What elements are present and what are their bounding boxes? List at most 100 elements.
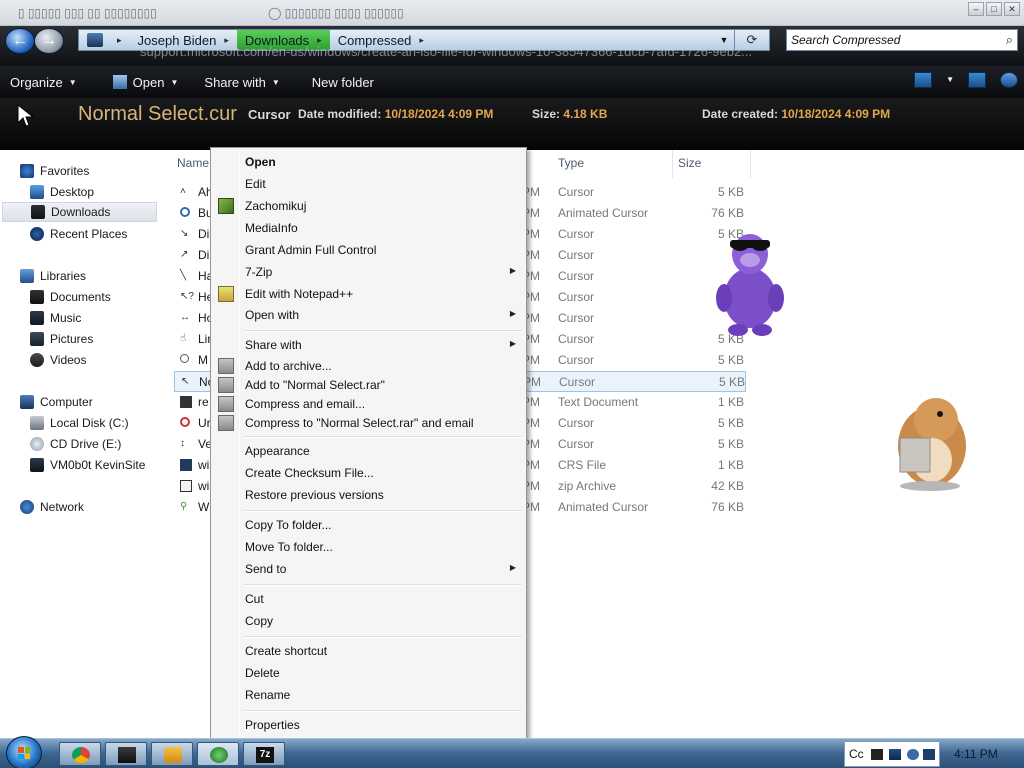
organize-button[interactable]: Organize ▼ [0, 66, 87, 98]
start-button[interactable] [6, 736, 42, 768]
menu-item-compress-rar-email[interactable]: Compress to "Normal Select.rar" and emai… [213, 412, 524, 434]
menu-separator [243, 584, 522, 586]
file-type: zip Archive [558, 479, 617, 493]
preview-pane-icon[interactable] [968, 72, 986, 88]
nav-item-vm-share[interactable]: VM0b0t KevinSite [30, 455, 190, 475]
menu-item-open-with[interactable]: Open with ▶ [213, 304, 524, 326]
menu-label: Create shortcut [245, 644, 328, 658]
horizontal-resize-icon: ↔ [180, 312, 190, 323]
music-icon [30, 311, 44, 325]
column-header-size[interactable]: Size [678, 156, 701, 170]
forward-button[interactable]: → [34, 28, 64, 54]
menu-item-move-to-folder[interactable]: Move To folder... [213, 536, 524, 558]
submenu-arrow-icon: ▶ [509, 563, 516, 572]
nav-item-desktop[interactable]: Desktop [30, 182, 190, 202]
menu-item-open[interactable]: Open [213, 151, 524, 173]
volume-icon[interactable] [907, 749, 919, 760]
nav-item-computer[interactable]: Computer [20, 392, 180, 412]
view-options-icon[interactable] [914, 72, 933, 88]
menu-separator [243, 510, 522, 512]
nav-item-music[interactable]: Music [30, 308, 190, 328]
videos-icon [30, 353, 44, 367]
chevron-down-icon: ▼ [68, 77, 77, 87]
menu-item-mediainfo[interactable]: MediaInfo [213, 217, 524, 239]
menu-item-edit-notepadpp[interactable]: Edit with Notepad++ [213, 283, 524, 305]
nav-item-favorites[interactable]: Favorites [20, 161, 180, 181]
taskbar-media-player[interactable] [151, 742, 193, 766]
browser-tab-strip: ▯ ▯▯▯▯▯ ▯▯▯ ▯▯ ▯▯▯▯▯▯▯▯ ◯ ▯▯▯▯▯▯▯ ▯▯▯▯ ▯… [0, 0, 1024, 26]
search-icon[interactable]: ⌕ [1006, 32, 1013, 48]
nav-item-network[interactable]: Network [20, 497, 180, 517]
cd-drive-icon [30, 437, 44, 451]
submenu-arrow-icon: ▶ [509, 266, 516, 275]
column-divider[interactable] [750, 150, 751, 178]
menu-item-restore-versions[interactable]: Restore previous versions [213, 484, 524, 506]
nav-item-downloads[interactable]: Downloads [2, 202, 157, 222]
menu-item-delete[interactable]: Delete [213, 662, 524, 684]
browser-tab[interactable]: ▯ ▯▯▯▯▯ ▯▯▯ ▯▯ ▯▯▯▯▯▯▯▯ [8, 4, 238, 24]
archive-icon [218, 377, 234, 393]
file-type: Cursor [558, 437, 595, 451]
chevron-down-icon[interactable]: ▼ [946, 72, 954, 88]
favorites-icon [20, 164, 34, 178]
cursor-file-icon: ˄ [180, 186, 186, 197]
file-type: Cursor [558, 332, 595, 346]
taskbar-7zip[interactable]: 7z [243, 742, 285, 766]
menu-item-zachomikuj[interactable]: Zachomikuj [213, 195, 524, 217]
file-size: Size: 4.18 KB [532, 107, 607, 121]
maximize-button[interactable]: □ [986, 2, 1002, 16]
menu-item-grant-admin[interactable]: Grant Admin Full Control [213, 239, 524, 261]
taskbar: 7z Cc 4:11 PM [0, 736, 1024, 768]
search-input[interactable]: Search Compressed ⌕ [786, 29, 1018, 51]
menu-item-copy-to-folder[interactable]: Copy To folder... [213, 514, 524, 536]
nav-item-pictures[interactable]: Pictures [30, 329, 190, 349]
new-folder-button[interactable]: New folder [302, 66, 384, 98]
browser-tab[interactable]: ◯ ▯▯▯▯▯▯▯ ▯▯▯▯ ▯▯▯▯▯▯ [258, 4, 458, 24]
menu-item-7zip[interactable]: 7-Zip ▶ [213, 261, 524, 283]
breadcrumb-root[interactable]: ▸ [79, 30, 130, 50]
network-status-icon[interactable] [889, 749, 901, 760]
menu-item-copy[interactable]: Copy [213, 610, 524, 632]
nav-item-recent-places[interactable]: Recent Places [30, 224, 190, 244]
menu-item-edit[interactable]: Edit [213, 173, 524, 195]
menu-item-share-with[interactable]: Share with ▶ [213, 334, 524, 356]
taskbar-network-app[interactable] [197, 742, 239, 766]
back-button[interactable]: ← [5, 28, 35, 54]
close-button[interactable]: ✕ [1004, 2, 1020, 16]
nav-item-libraries[interactable]: Libraries [20, 266, 180, 286]
share-with-button[interactable]: Share with ▼ [194, 66, 289, 98]
menu-item-cut[interactable]: Cut [213, 588, 524, 610]
network-drive-icon [30, 458, 44, 472]
desktop-icon [30, 185, 44, 199]
nav-item-videos[interactable]: Videos [30, 350, 190, 370]
handwriting-cursor-icon: ╲ [180, 270, 187, 281]
file-name: Di [198, 227, 210, 241]
help-icon[interactable] [1000, 72, 1018, 88]
menu-item-create-shortcut[interactable]: Create shortcut [213, 640, 524, 662]
documents-icon [30, 290, 44, 304]
taskbar-clock[interactable]: 4:11 PM [954, 747, 998, 761]
menu-label: Add to "Normal Select.rar" [245, 378, 385, 392]
taskbar-chrome[interactable] [59, 742, 101, 766]
file-size: 5 KB [717, 416, 744, 430]
taskbar-explorer[interactable] [105, 742, 147, 766]
column-header-name[interactable]: Name [177, 156, 209, 170]
column-divider[interactable] [672, 150, 673, 178]
file-title: Normal Select.cur [78, 103, 237, 125]
menu-item-create-checksum[interactable]: Create Checksum File... [213, 462, 524, 484]
keyboard-icon[interactable] [871, 749, 883, 760]
column-header-type[interactable]: Type [558, 156, 584, 170]
organize-label: Organize [10, 74, 63, 90]
minimize-button[interactable]: – [968, 2, 984, 16]
menu-item-properties[interactable]: Properties [213, 714, 524, 736]
nav-item-cd-drive[interactable]: CD Drive (E:) [30, 434, 190, 454]
nav-item-local-disk[interactable]: Local Disk (C:) [30, 413, 190, 433]
menu-item-appearance[interactable]: Appearance [213, 440, 524, 462]
nav-item-documents[interactable]: Documents [30, 287, 190, 307]
open-button[interactable]: Open ▼ [103, 66, 189, 98]
menu-item-rename[interactable]: Rename [213, 684, 524, 706]
action-center-icon[interactable] [923, 749, 935, 760]
menu-item-send-to[interactable]: Send to ▶ [213, 558, 524, 580]
link-cursor-icon: ☝ [180, 333, 187, 344]
pictures-icon [30, 332, 44, 346]
